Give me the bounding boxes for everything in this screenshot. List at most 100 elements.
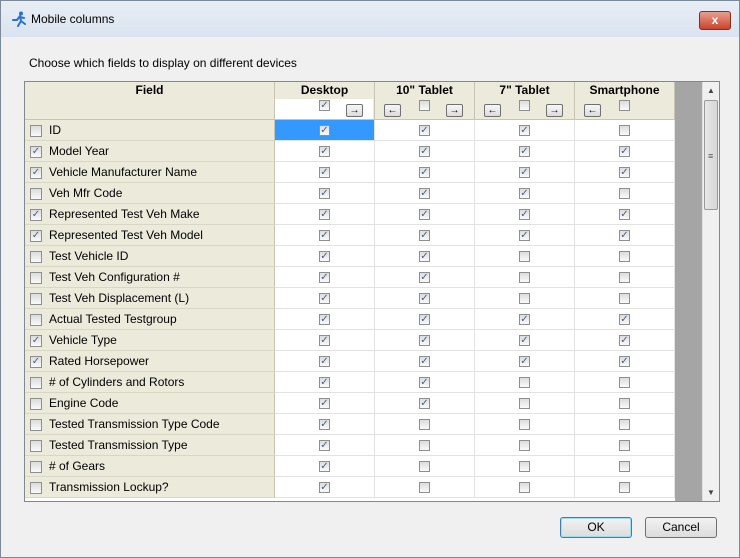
device-cell[interactable]: ✓ <box>375 162 475 183</box>
arrow-right-icon[interactable]: → <box>446 104 463 117</box>
field-checkbox[interactable]: ✓ <box>30 230 42 242</box>
device-checkbox[interactable] <box>419 482 430 493</box>
device-cell[interactable] <box>475 477 575 498</box>
device-checkbox[interactable]: ✓ <box>319 272 330 283</box>
device-checkbox[interactable] <box>619 125 630 136</box>
device-checkbox[interactable]: ✓ <box>519 209 530 220</box>
device-cell[interactable]: ✓ <box>375 309 475 330</box>
device-cell[interactable]: ✓ <box>375 141 475 162</box>
device-checkbox[interactable]: ✓ <box>619 167 630 178</box>
device-checkbox[interactable]: ✓ <box>419 230 430 241</box>
field-cell[interactable]: ✓ Vehicle Manufacturer Name <box>25 162 275 183</box>
field-cell[interactable]: Transmission Lockup? <box>25 477 275 498</box>
device-cell[interactable]: ✓ <box>475 141 575 162</box>
field-checkbox[interactable]: ✓ <box>30 209 42 221</box>
device-cell[interactable]: ✓ <box>475 204 575 225</box>
device-select-all-checkbox[interactable] <box>519 100 530 111</box>
device-cell[interactable]: ✓ <box>375 246 475 267</box>
device-cell[interactable]: ✓ <box>575 330 675 351</box>
field-cell[interactable]: # of Gears <box>25 456 275 477</box>
field-cell[interactable]: ✓ Represented Test Veh Model <box>25 225 275 246</box>
field-cell[interactable]: ✓ Rated Horsepower <box>25 351 275 372</box>
device-checkbox[interactable] <box>419 461 430 472</box>
scroll-up-icon[interactable]: ▲ <box>703 82 719 99</box>
device-checkbox[interactable]: ✓ <box>419 377 430 388</box>
device-checkbox[interactable]: ✓ <box>619 146 630 157</box>
device-checkbox[interactable] <box>619 440 630 451</box>
device-checkbox[interactable]: ✓ <box>319 335 330 346</box>
device-checkbox[interactable]: ✓ <box>319 440 330 451</box>
device-checkbox[interactable] <box>619 377 630 388</box>
device-checkbox[interactable] <box>619 482 630 493</box>
device-checkbox[interactable]: ✓ <box>319 398 330 409</box>
device-checkbox[interactable]: ✓ <box>419 293 430 304</box>
device-cell[interactable]: ✓ <box>575 225 675 246</box>
device-cell[interactable]: ✓ <box>375 225 475 246</box>
device-checkbox[interactable] <box>619 251 630 262</box>
device-checkbox[interactable] <box>619 293 630 304</box>
device-cell[interactable]: ✓ <box>275 120 375 141</box>
device-cell[interactable]: ✓ <box>575 162 675 183</box>
field-cell[interactable]: ID <box>25 120 275 141</box>
device-cell[interactable]: ✓ <box>475 309 575 330</box>
device-checkbox[interactable]: ✓ <box>319 419 330 430</box>
field-cell[interactable]: Tested Transmission Type <box>25 435 275 456</box>
field-cell[interactable]: ✓ Model Year <box>25 141 275 162</box>
field-checkbox[interactable] <box>30 251 42 263</box>
device-cell[interactable] <box>575 414 675 435</box>
device-cell[interactable]: ✓ <box>475 351 575 372</box>
device-cell[interactable] <box>575 267 675 288</box>
field-checkbox[interactable] <box>30 272 42 284</box>
device-checkbox[interactable]: ✓ <box>319 188 330 199</box>
device-checkbox[interactable]: ✓ <box>519 314 530 325</box>
field-cell[interactable]: Tested Transmission Type Code <box>25 414 275 435</box>
device-checkbox[interactable]: ✓ <box>619 230 630 241</box>
device-cell[interactable]: ✓ <box>275 309 375 330</box>
field-cell[interactable]: ✓ Represented Test Veh Make <box>25 204 275 225</box>
device-cell[interactable] <box>575 288 675 309</box>
field-checkbox[interactable] <box>30 125 42 137</box>
device-cell[interactable]: ✓ <box>475 183 575 204</box>
field-checkbox[interactable]: ✓ <box>30 146 42 158</box>
device-cell[interactable]: ✓ <box>375 183 475 204</box>
device-checkbox[interactable]: ✓ <box>519 125 530 136</box>
device-cell[interactable] <box>375 435 475 456</box>
device-cell[interactable]: ✓ <box>275 456 375 477</box>
device-checkbox[interactable] <box>619 272 630 283</box>
device-cell[interactable] <box>475 267 575 288</box>
device-cell[interactable]: ✓ <box>275 435 375 456</box>
device-cell[interactable]: ✓ <box>275 330 375 351</box>
device-cell[interactable]: ✓ <box>275 267 375 288</box>
title-bar[interactable]: Mobile columns x <box>1 1 739 37</box>
device-checkbox[interactable] <box>519 272 530 283</box>
device-cell[interactable]: ✓ <box>375 372 475 393</box>
device-cell[interactable]: ✓ <box>375 267 475 288</box>
device-cell[interactable] <box>575 120 675 141</box>
device-checkbox[interactable]: ✓ <box>519 356 530 367</box>
device-checkbox[interactable] <box>519 482 530 493</box>
device-cell[interactable] <box>475 456 575 477</box>
device-checkbox[interactable]: ✓ <box>519 335 530 346</box>
device-cell[interactable] <box>575 372 675 393</box>
field-cell[interactable]: Test Veh Configuration # <box>25 267 275 288</box>
device-checkbox[interactable]: ✓ <box>519 167 530 178</box>
device-cell[interactable] <box>475 372 575 393</box>
scroll-thumb[interactable]: ≡ <box>704 100 718 210</box>
device-cell[interactable]: ✓ <box>375 204 475 225</box>
device-cell[interactable] <box>375 477 475 498</box>
device-cell[interactable] <box>575 435 675 456</box>
device-checkbox[interactable] <box>419 419 430 430</box>
device-cell[interactable] <box>375 414 475 435</box>
device-cell[interactable] <box>575 246 675 267</box>
arrow-right-icon[interactable]: → <box>346 104 363 117</box>
device-select-all-checkbox[interactable]: ✓ <box>319 100 330 111</box>
close-button[interactable]: x <box>699 11 731 30</box>
device-checkbox[interactable]: ✓ <box>319 167 330 178</box>
device-cell[interactable]: ✓ <box>275 246 375 267</box>
arrow-right-icon[interactable]: → <box>546 104 563 117</box>
device-checkbox[interactable]: ✓ <box>419 272 430 283</box>
device-checkbox[interactable]: ✓ <box>619 335 630 346</box>
device-checkbox[interactable] <box>619 398 630 409</box>
field-checkbox[interactable] <box>30 440 42 452</box>
device-checkbox[interactable]: ✓ <box>319 230 330 241</box>
